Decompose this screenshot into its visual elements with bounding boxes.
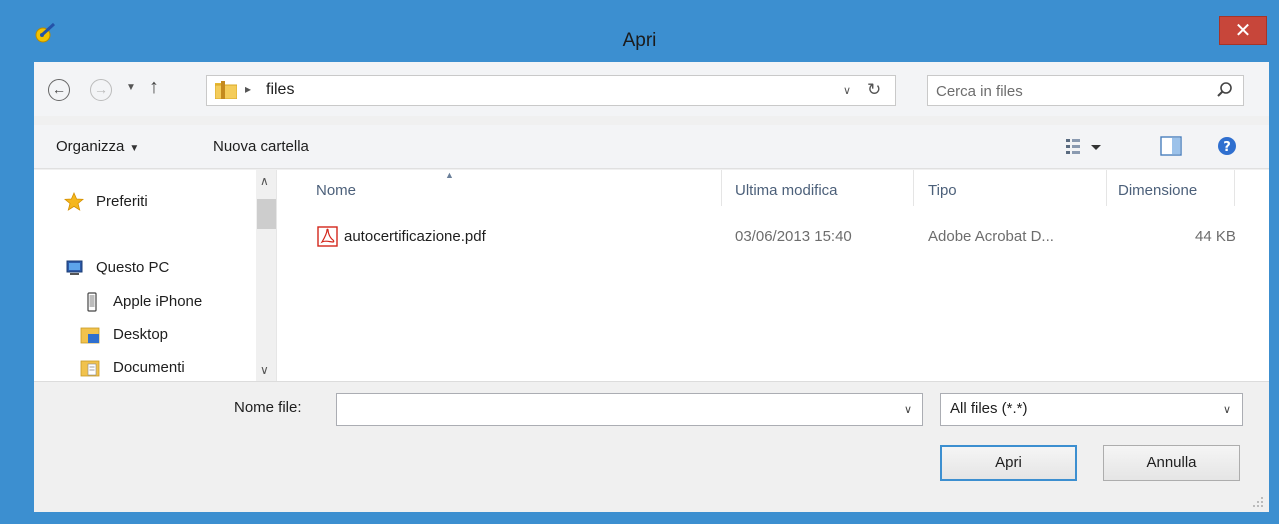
- address-dropdown-chevron-icon[interactable]: ∨: [843, 84, 851, 97]
- title-bar[interactable]: Apri ✕: [0, 0, 1279, 62]
- address-row: ← → ▼ ↑ ▸ files ∨ ↻: [34, 62, 1269, 116]
- search-box[interactable]: [927, 75, 1244, 106]
- file-row[interactable]: autocertificazione.pdf 03/06/2013 15:40 …: [277, 222, 1269, 252]
- nav-item-label: Desktop: [113, 326, 169, 343]
- nav-item-label: Apple iPhone: [113, 293, 203, 310]
- search-icon[interactable]: [1216, 81, 1234, 99]
- filename-input[interactable]: [343, 399, 883, 421]
- nav-item-desktop[interactable]: Desktop: [34, 323, 256, 349]
- filter-dropdown-chevron-icon[interactable]: ∨: [1223, 403, 1231, 416]
- column-header-nome[interactable]: Nome: [316, 182, 356, 199]
- star-icon: [64, 192, 84, 211]
- column-divider[interactable]: [1234, 170, 1235, 206]
- close-button[interactable]: ✕: [1219, 16, 1267, 45]
- desktop-folder-icon: [80, 327, 100, 344]
- file-type-filter-select[interactable]: All files (*.*) ∨: [940, 393, 1243, 426]
- computer-icon: [66, 260, 83, 275]
- up-arrow-icon[interactable]: ↑: [149, 76, 159, 99]
- column-header-tipo[interactable]: Tipo: [928, 182, 957, 199]
- nav-item-preferiti[interactable]: Preferiti: [34, 190, 256, 216]
- refresh-icon[interactable]: ↻: [867, 80, 881, 100]
- organize-label: Organizza: [56, 138, 125, 155]
- file-type: Adobe Acrobat D...: [928, 228, 1054, 245]
- column-header-dimensione[interactable]: Dimensione: [1118, 182, 1197, 199]
- column-divider[interactable]: [721, 170, 722, 206]
- open-file-dialog: Apri ✕ ← → ▼ ↑ ▸ files ∨ ↻ Cerca in file…: [0, 0, 1279, 524]
- address-bar[interactable]: ▸ files ∨ ↻: [206, 75, 896, 106]
- filename-dropdown-chevron-icon[interactable]: ∨: [904, 403, 912, 416]
- scroll-thumb[interactable]: [257, 199, 276, 229]
- search-input[interactable]: [936, 80, 1196, 102]
- nav-item-documenti[interactable]: Documenti: [34, 356, 256, 381]
- file-modified: 03/06/2013 15:40: [735, 228, 852, 245]
- nav-item-questo-pc[interactable]: Questo PC: [34, 256, 256, 282]
- command-bar: Organizza ▼ Nuova cartella ?: [34, 125, 1269, 169]
- preview-pane-icon[interactable]: [1160, 136, 1182, 156]
- column-divider[interactable]: [1106, 170, 1107, 206]
- filename-label: Nome file:: [234, 399, 302, 416]
- nav-item-label: Preferiti: [96, 193, 148, 210]
- help-icon[interactable]: ?: [1217, 136, 1237, 156]
- open-button[interactable]: Apri: [940, 445, 1077, 481]
- cancel-button[interactable]: Annulla: [1103, 445, 1240, 481]
- change-view-icon[interactable]: [1064, 136, 1104, 158]
- scroll-up-icon[interactable]: ∧: [260, 174, 269, 188]
- resize-grip-icon[interactable]: [1250, 494, 1264, 508]
- scroll-down-icon[interactable]: ∨: [260, 363, 269, 377]
- dialog-client: ← → ▼ ↑ ▸ files ∨ ↻ Cerca in files Organ…: [34, 62, 1269, 512]
- window-title: Apri: [622, 30, 657, 51]
- nav-item-label: Documenti: [113, 359, 185, 376]
- nav-item-apple-iphone[interactable]: Apple iPhone: [34, 290, 256, 316]
- forward-button[interactable]: →: [90, 79, 112, 101]
- file-list: ▲ Nome Ultima modifica Tipo Dimensione a…: [277, 170, 1269, 381]
- caret-down-icon: ▼: [129, 143, 140, 154]
- breadcrumb-files[interactable]: files: [266, 81, 294, 99]
- nav-item-label: Questo PC: [96, 259, 170, 276]
- column-divider[interactable]: [913, 170, 914, 206]
- folder-icon: [215, 81, 237, 99]
- column-header-ultima-modifica[interactable]: Ultima modifica: [735, 182, 838, 199]
- file-type-filter-value: All files (*.*): [950, 400, 1028, 417]
- pdf-icon: [317, 226, 338, 247]
- file-size: 44 KB: [1195, 228, 1236, 245]
- phone-icon: [87, 292, 97, 312]
- file-name: autocertificazione.pdf: [344, 228, 486, 245]
- back-button[interactable]: ←: [48, 79, 70, 101]
- navigation-pane: Preferiti Questo PC Apple iPhone Desktop…: [34, 170, 277, 381]
- filename-combobox[interactable]: ∨: [336, 393, 923, 426]
- nav-scrollbar[interactable]: ∧ ∨: [256, 170, 276, 381]
- dialog-footer: Nome file: ∨ All files (*.*) ∨ Apri Annu…: [34, 381, 1269, 512]
- recent-locations-chevron-icon[interactable]: ▼: [126, 82, 136, 93]
- sort-ascending-icon: ▲: [445, 170, 454, 180]
- documents-folder-icon: [80, 360, 100, 377]
- breadcrumb-separator: ▸: [245, 82, 252, 96]
- svg-text:?: ?: [1223, 140, 1231, 155]
- organize-button[interactable]: Organizza ▼: [56, 138, 139, 155]
- new-folder-button[interactable]: Nuova cartella: [213, 138, 309, 155]
